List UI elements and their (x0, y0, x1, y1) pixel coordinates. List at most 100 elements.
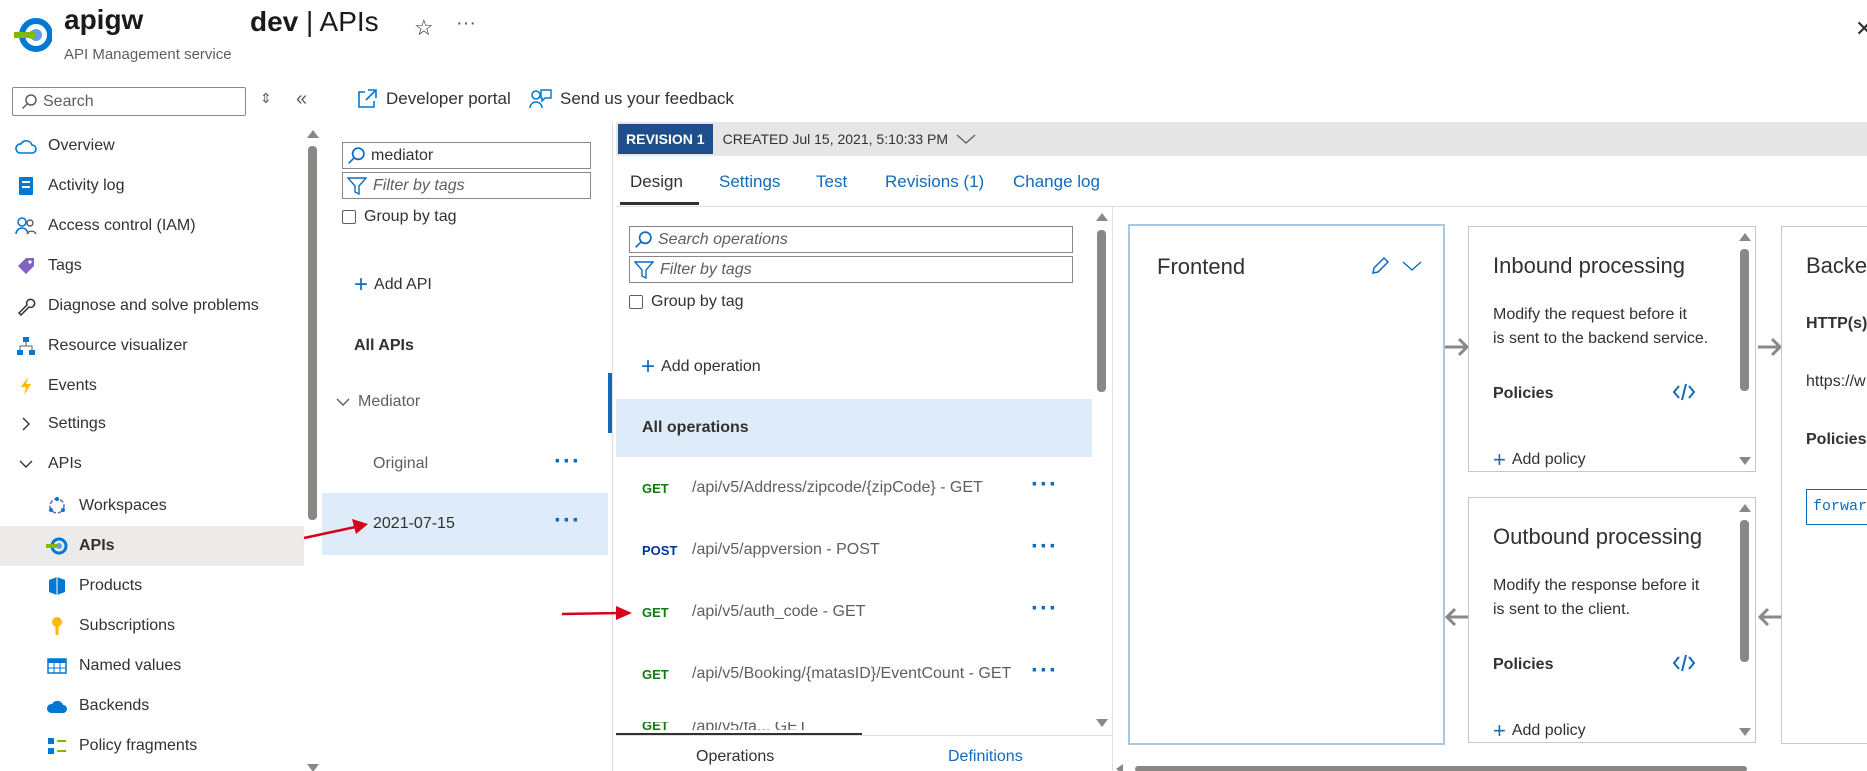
revision-bar[interactable]: REVISION 1 CREATED Jul 15, 2021, 5:10:33… (616, 122, 1867, 156)
chevron-down-icon (336, 397, 350, 407)
inbound-scrollbar[interactable] (1740, 249, 1749, 391)
designer-hscrollbar[interactable] (1135, 766, 1747, 771)
more-icon[interactable]: ··· (1031, 471, 1058, 499)
tab-settings[interactable]: Settings (719, 172, 780, 192)
nav-item-workspaces[interactable]: Workspaces (0, 486, 304, 526)
feedback-button[interactable]: Send us your feedback (528, 88, 734, 110)
tab-revisions[interactable]: Revisions (1) (885, 172, 984, 192)
nav-item-tags[interactable]: Tags (0, 246, 304, 286)
api-version-original[interactable]: Original ··· (322, 434, 608, 494)
all-operations-item[interactable]: All operations (616, 399, 1092, 457)
developer-portal-button[interactable]: Developer portal (356, 88, 511, 110)
api-filter-input[interactable]: Filter by tags (342, 172, 591, 199)
more-icon[interactable]: ··· (1031, 595, 1058, 623)
outbound-processing-card[interactable]: Outbound processing Modify the response … (1468, 497, 1756, 743)
operation-row[interactable]: POST /api/v5/appversion - POST ··· (616, 519, 1092, 581)
tabs-divider (616, 206, 1867, 207)
tab-change-log[interactable]: Change log (1013, 172, 1100, 192)
more-options-icon[interactable]: ··· (456, 12, 476, 35)
operations-scroll-up[interactable] (1096, 213, 1108, 221)
api-search-input[interactable]: mediator (342, 142, 591, 169)
backend-card[interactable]: Backen HTTP(s) https://w Policies forwar (1781, 226, 1867, 744)
nav-search-input[interactable]: Search (12, 87, 246, 116)
code-editor-icon[interactable] (1673, 383, 1695, 401)
operation-path: /api/v5/Booking/{matasID}/EventCount - G… (692, 665, 1012, 682)
nav-item-products[interactable]: Products (0, 566, 304, 606)
frontend-title: Frontend (1157, 254, 1246, 279)
api-filter-placeholder: Filter by tags (373, 176, 465, 194)
frontend-card[interactable]: Frontend (1128, 224, 1445, 745)
nav-scroll-down[interactable] (307, 764, 319, 771)
operations-scroll-down[interactable] (1096, 719, 1108, 727)
operation-row[interactable]: GET /api/v5/Address/zipcode/{zipCode} - … (616, 457, 1092, 519)
http-verb: GET (642, 666, 669, 682)
nav-item-resource-visualizer[interactable]: Resource visualizer (0, 326, 304, 366)
operations-scrollbar[interactable] (1097, 230, 1106, 392)
fragments-icon (45, 734, 69, 758)
outbound-add-policy-button[interactable]: + Add policy (1493, 720, 1586, 742)
chevron-down-icon[interactable] (1402, 260, 1422, 272)
tab-design[interactable]: Design (630, 172, 683, 192)
api-group-mediator[interactable]: Mediator (336, 393, 420, 411)
code-editor-icon[interactable] (1673, 654, 1695, 672)
feedback-label: Send us your feedback (560, 89, 734, 108)
filter-icon (634, 260, 654, 279)
inbound-scroll-up[interactable] (1739, 233, 1751, 241)
operation-search-input[interactable]: Search operations (629, 226, 1073, 253)
operation-row[interactable]: GET /api/v5/Booking/{matasID}/EventCount… (616, 643, 1092, 705)
add-operation-button[interactable]: + Add operation (641, 355, 761, 379)
nav-item-diagnose[interactable]: Diagnose and solve problems (0, 286, 304, 326)
more-icon[interactable]: ··· (554, 507, 581, 535)
tab-test[interactable]: Test (816, 172, 847, 192)
title-section: APIs (319, 6, 379, 37)
nav-scrollbar[interactable] (308, 146, 317, 520)
designer-scroll-left[interactable] (1116, 764, 1123, 771)
api-management-logo (14, 16, 52, 54)
outbound-scroll-down[interactable] (1739, 728, 1751, 736)
nav-item-backends[interactable]: Backends (0, 686, 304, 726)
nav-item-named-values[interactable]: Named values (0, 646, 304, 686)
backend-code-snippet[interactable]: forwar (1806, 489, 1867, 525)
nav-item-apis[interactable]: APIs (0, 526, 304, 566)
api-group-by-tag[interactable]: Group by tag (342, 208, 457, 226)
more-icon[interactable]: ··· (1031, 533, 1058, 561)
nav-item-activity-log[interactable]: Activity log (0, 166, 304, 206)
inbound-scroll-down[interactable] (1739, 457, 1751, 465)
more-icon[interactable]: ··· (1031, 657, 1058, 685)
chevron-down-icon[interactable] (956, 133, 976, 145)
collapse-nav-icon[interactable]: « (296, 88, 307, 111)
backend-policies-label: Policies (1806, 431, 1867, 448)
close-icon[interactable]: ✕ (1855, 16, 1867, 42)
add-api-button[interactable]: + Add API (354, 273, 432, 297)
nav-item-events[interactable]: Events (0, 366, 304, 406)
all-apis-item[interactable]: All APIs (354, 337, 414, 355)
operation-row[interactable]: GET /api/v5/auth_code - GET ··· (616, 581, 1092, 643)
group-by-tag-label: Group by tag (364, 208, 457, 225)
search-icon (21, 93, 37, 110)
nav-item-subscriptions[interactable]: Subscriptions (0, 606, 304, 646)
nav-scroll-up[interactable] (307, 130, 319, 138)
nav-item-access-control[interactable]: Access control (IAM) (0, 206, 304, 246)
nav-item-apis-group[interactable]: APIs (0, 444, 304, 484)
group-by-tag-checkbox[interactable] (342, 210, 356, 224)
operation-filter-input[interactable]: Filter by tags (629, 256, 1073, 283)
outbound-scroll-up[interactable] (1739, 504, 1751, 512)
nav-item-overview[interactable]: Overview (0, 126, 304, 166)
operation-path: /api/v5/auth_code - GET (692, 603, 866, 620)
tab-definitions[interactable]: Definitions (948, 748, 1023, 766)
inbound-add-policy-button[interactable]: + Add policy (1493, 449, 1586, 471)
sort-icon[interactable]: ⇕ (260, 90, 272, 107)
tab-operations[interactable]: Operations (696, 748, 774, 766)
operation-group-by-tag[interactable]: Group by tag (629, 293, 744, 311)
edit-pencil-icon[interactable] (1370, 256, 1390, 276)
nav-item-settings[interactable]: Settings (0, 404, 304, 444)
operation-path: /api/v5/appversion - POST (692, 541, 880, 558)
outbound-scrollbar[interactable] (1740, 520, 1749, 662)
log-icon (14, 174, 38, 198)
inbound-processing-card[interactable]: Inbound processing Modify the request be… (1468, 226, 1756, 472)
more-icon[interactable]: ··· (554, 448, 581, 476)
nav-item-policy-fragments[interactable]: Policy fragments (0, 726, 304, 766)
arrow-left-icon (1756, 606, 1784, 628)
group-by-tag-checkbox[interactable] (629, 295, 643, 309)
favorite-star-icon[interactable]: ☆ (414, 15, 434, 41)
